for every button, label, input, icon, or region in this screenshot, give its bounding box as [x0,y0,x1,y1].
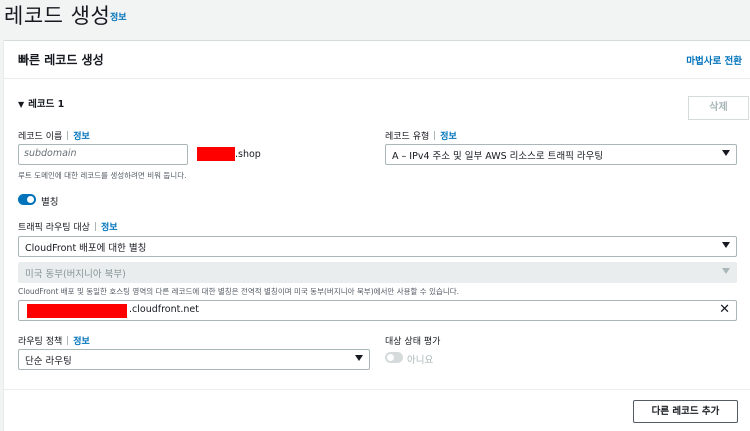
alias-label: 별칭 [41,197,59,208]
page-info-link[interactable]: 정보 [110,10,127,23]
redacted-distribution [27,304,127,318]
record-name-label-text: 레코드 이름 [18,132,63,142]
caret-down-icon: ▼ [18,100,25,109]
routing-policy-select[interactable]: 단순 라우팅 [18,349,370,370]
region-value: 미국 동부(버지니아 북부) [25,269,126,280]
record-name-label: 레코드 이름 정보 [18,129,90,142]
health-toggle[interactable] [385,352,403,363]
record-type-value: A – IPv4 주소 및 일부 AWS 리소스로 트래픽 라우팅 [392,151,604,162]
routing-policy-info-link[interactable]: 정보 [73,337,90,347]
alias-toggle[interactable] [18,194,36,205]
distribution-suffix: .cloudfront.net [129,304,199,315]
close-icon[interactable]: ✕ [719,302,730,318]
record-name-input[interactable]: subdomain [18,144,188,165]
chevron-down-icon [355,355,363,361]
region-select: 미국 동부(버지니아 북부) [18,262,737,283]
quick-create-card: 빠른 레코드 생성 마법사로 전환 ▼ 레코드 1 삭제 레코드 이름 정보 sub… [4,40,750,431]
health-value: 아니요 [407,355,434,366]
routing-policy-label-text: 라우팅 정책 [18,337,63,347]
toggle-knob [387,354,394,361]
route-target-info-link[interactable]: 정보 [101,223,118,233]
add-record-button[interactable]: 다른 레코드 추가 [633,400,738,423]
record-name-hint: 루트 도메인에 대한 레코드를 생성하려면 비워 둡니다. [18,171,187,180]
route-target-label: 트래픽 라우팅 대상 정보 [18,220,118,233]
footer-divider [4,389,750,390]
endpoint-select[interactable]: CloudFront 배포에 대한 별칭 [18,236,737,257]
card-title: 빠른 레코드 생성 [18,53,104,67]
routing-policy-label: 라우팅 정책 정보 [18,334,90,347]
chevron-down-icon [722,150,730,156]
distribution-input[interactable]: .cloudfront.net ✕ [18,300,737,321]
page-title: 레코드 생성 [4,4,111,28]
card-header: 빠른 레코드 생성 마법사로 전환 [4,41,750,79]
chevron-down-icon [722,268,730,274]
record-type-select[interactable]: A – IPv4 주소 및 일부 AWS 리소스로 트래픽 라우팅 [385,144,737,165]
routing-policy-value: 단순 라우팅 [25,356,72,367]
record-type-info-link[interactable]: 정보 [440,132,457,142]
record-section-toggle[interactable]: ▼ 레코드 1 [18,96,64,110]
chevron-down-icon [722,242,730,248]
record-type-label-text: 레코드 유형 [385,132,430,142]
health-label: 대상 상태 평가 [385,337,441,347]
toggle-knob [27,196,34,203]
route-target-hint: CloudFront 배포 및 동일한 호스팅 영역의 다른 레코드에 대한 별… [18,287,460,296]
route-target-label-text: 트래픽 라우팅 대상 [18,223,90,233]
switch-to-wizard-link[interactable]: 마법사로 전환 [686,53,742,67]
record-section-title: 레코드 1 [28,99,65,110]
endpoint-value: CloudFront 배포에 대한 별칭 [25,243,147,254]
domain-suffix: .shop [235,149,261,160]
record-type-label: 레코드 유형 정보 [385,129,457,142]
record-name-placeholder: subdomain [24,148,77,159]
redacted-domain [197,147,235,161]
delete-record-button[interactable]: 삭제 [688,96,749,120]
record-name-info-link[interactable]: 정보 [73,132,90,142]
